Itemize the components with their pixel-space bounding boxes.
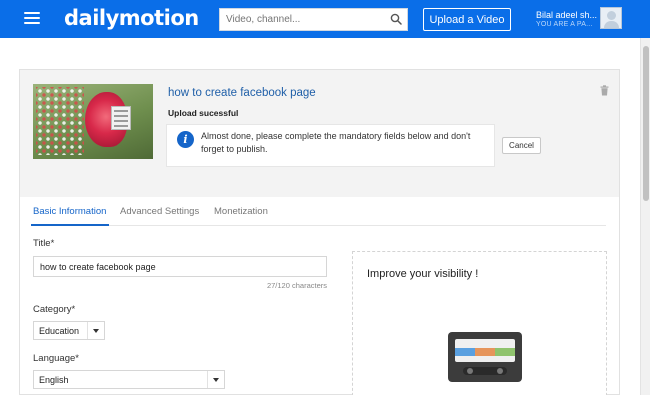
trash-icon[interactable] xyxy=(600,85,609,96)
upload-card: how to create facebook page Upload suces… xyxy=(19,69,620,395)
chevron-down-icon[interactable] xyxy=(87,322,104,339)
notice-box: i Almost done, please complete the manda… xyxy=(166,124,495,167)
info-icon: i xyxy=(177,131,194,148)
language-label: Language* xyxy=(33,353,79,364)
user-subtitle: YOU ARE A PA... xyxy=(536,21,593,28)
tab-basic-information[interactable]: Basic Information xyxy=(33,206,106,217)
cancel-button[interactable]: Cancel xyxy=(502,137,541,154)
upload-summary: how to create facebook page Upload suces… xyxy=(20,70,619,197)
tab-bar: Basic Information Advanced Settings Mone… xyxy=(20,198,619,226)
video-title[interactable]: how to create facebook page xyxy=(168,87,316,99)
title-field[interactable] xyxy=(33,256,327,277)
visibility-title: Improve your visibility ! xyxy=(367,268,479,280)
search-input[interactable] xyxy=(220,9,385,30)
search-icon[interactable] xyxy=(390,13,402,25)
chevron-down-icon[interactable] xyxy=(207,371,224,388)
menu-icon[interactable] xyxy=(24,12,40,25)
tab-advanced-settings[interactable]: Advanced Settings xyxy=(120,206,199,217)
category-label: Category* xyxy=(33,304,76,315)
tab-monetization[interactable]: Monetization xyxy=(214,206,268,217)
search-box[interactable] xyxy=(219,8,408,31)
category-value: Education xyxy=(39,326,80,336)
title-label: Title* xyxy=(33,238,55,249)
video-thumbnail xyxy=(33,84,153,159)
language-select[interactable]: English xyxy=(33,370,225,389)
top-bar: dailymotion Upload a Video Bilal adeel s… xyxy=(0,0,650,38)
scrollbar[interactable] xyxy=(640,38,650,395)
category-select[interactable]: Education xyxy=(33,321,105,340)
cassette-icon xyxy=(448,332,522,382)
avatar[interactable] xyxy=(600,7,622,29)
logo[interactable]: dailymotion xyxy=(64,6,199,30)
notice-text: Almost done, please complete the mandato… xyxy=(201,131,471,154)
upload-video-button[interactable]: Upload a Video xyxy=(423,8,511,31)
active-tab-indicator xyxy=(31,224,109,226)
upload-status: Upload sucessful xyxy=(168,108,239,118)
tabs-divider xyxy=(109,225,606,226)
scrollbar-thumb[interactable] xyxy=(643,46,649,201)
user-name[interactable]: Bilal adeel sh... xyxy=(536,10,597,20)
visibility-panel: Improve your visibility ! xyxy=(352,251,607,395)
character-count: 27/120 characters xyxy=(266,281,327,290)
language-value: English xyxy=(39,375,69,385)
